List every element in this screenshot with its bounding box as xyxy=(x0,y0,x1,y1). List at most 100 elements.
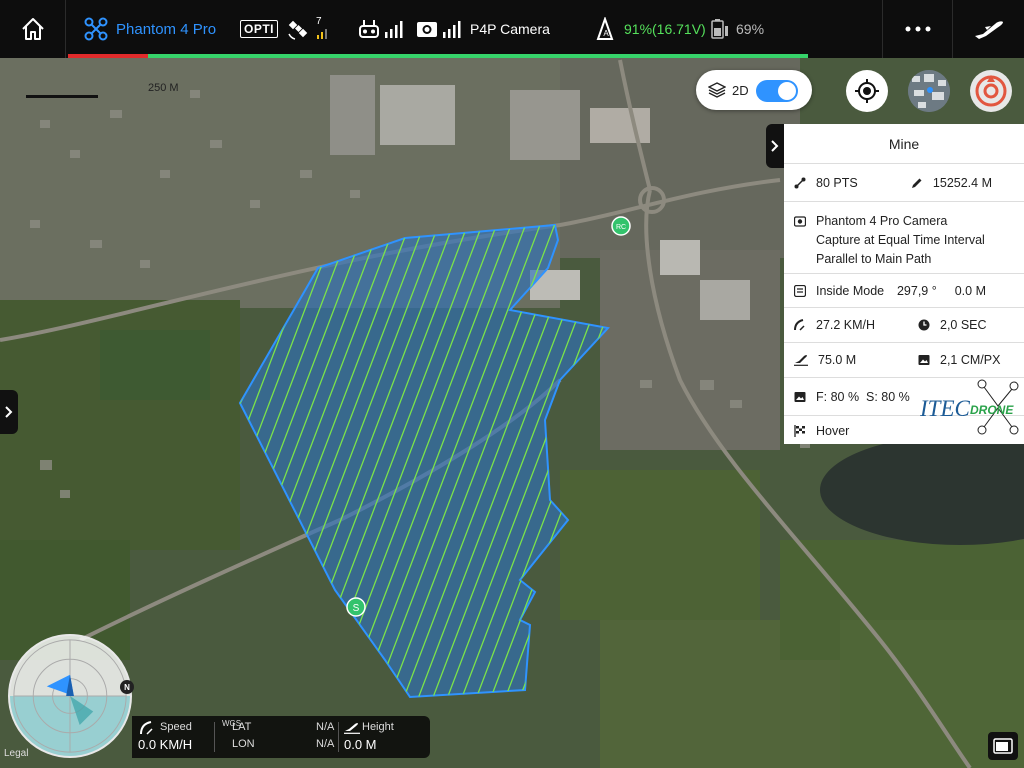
panel-collapse-button[interactable] xyxy=(766,124,784,168)
gps-status[interactable]: 7 xyxy=(286,0,330,58)
picture-in-picture-icon xyxy=(993,738,1013,754)
device-battery-value: 69% xyxy=(736,21,765,37)
remote-controller-signal[interactable] xyxy=(358,0,406,58)
svg-text:DRONE: DRONE xyxy=(970,403,1014,417)
chevron-right-icon xyxy=(5,406,13,418)
capture-interval: 2,0 SEC xyxy=(940,318,987,332)
wgs-label: WGS xyxy=(222,719,242,728)
aircraft-battery-status[interactable]: A 91%(16.71V) xyxy=(594,0,706,58)
layers-icon xyxy=(708,82,726,98)
waypoints-row[interactable]: 80 PTS 15252.4 M xyxy=(784,164,1024,202)
vision-positioning-status[interactable]: OPTI xyxy=(240,0,279,58)
telemetry-divider xyxy=(338,722,339,752)
speed-label: Speed xyxy=(160,721,192,733)
start-marker[interactable]: S xyxy=(346,597,366,617)
device-battery-icon xyxy=(711,19,728,39)
svg-text:ITEC: ITEC xyxy=(920,396,971,421)
map-2d-toggle[interactable]: 2D xyxy=(696,70,812,110)
rc-marker[interactable]: RC xyxy=(611,216,631,236)
mission-settings-panel: Mine 80 PTS 15252.4 M Phantom 4 Pro Came… xyxy=(784,124,1024,444)
altitude-icon xyxy=(344,723,360,734)
satellite-icon xyxy=(288,20,308,40)
map-scale-label: 250 M xyxy=(148,82,179,94)
status-progress-line xyxy=(68,54,808,58)
gps-signal-icon xyxy=(316,29,327,39)
flight-mode-button[interactable] xyxy=(952,0,1024,58)
remote-controller-icon xyxy=(359,20,379,38)
camera-model: Phantom 4 Pro Camera xyxy=(816,214,948,228)
camera-status[interactable]: P4P Camera xyxy=(416,0,550,58)
device-battery-status: 69% xyxy=(710,0,764,58)
altitude-icon xyxy=(794,355,808,366)
svg-text:S: S xyxy=(353,603,360,614)
longitude-label: LON xyxy=(232,738,255,750)
overlap-icon xyxy=(794,391,806,402)
speed-row[interactable]: 27.2 KM/H 2,0 SEC xyxy=(784,308,1024,343)
clock-icon xyxy=(918,319,930,331)
path-distance: 15252.4 M xyxy=(932,175,992,190)
switch-view-button[interactable] xyxy=(988,732,1018,760)
svg-text:RC: RC xyxy=(616,224,626,231)
waypoint-count: 80 PTS xyxy=(816,175,858,190)
map-legal-link[interactable]: Legal xyxy=(4,748,28,759)
toggle-2d-label: 2D xyxy=(732,82,749,98)
speed-value: 0.0 KM/H xyxy=(138,737,193,752)
satellite-count: 7 xyxy=(316,15,322,27)
height-value: 0.0 M xyxy=(344,737,377,752)
checkered-flag-icon xyxy=(794,425,805,437)
airplane-icon xyxy=(974,21,1003,39)
opti-label: OPTI xyxy=(240,20,279,38)
status-warning-line xyxy=(68,54,148,58)
toggle-switch[interactable] xyxy=(756,80,798,102)
altitude-row[interactable]: 75.0 M 2,1 CM/PX xyxy=(784,343,1024,378)
map-thumbnail-icon xyxy=(908,70,950,112)
aircraft-selector[interactable]: Phantom 4 Pro xyxy=(84,0,216,58)
battery-flight-icon: A xyxy=(596,17,614,40)
toggle-knob xyxy=(778,82,796,100)
path-direction: Parallel to Main Path xyxy=(816,252,932,266)
north-indicator: N xyxy=(120,680,134,694)
attitude-radar[interactable] xyxy=(8,634,132,758)
battery-value: 91%(16.71V) xyxy=(624,21,706,37)
camera-icon xyxy=(417,22,437,37)
height-label: Height xyxy=(362,721,394,733)
waypoints-icon xyxy=(794,177,806,188)
telemetry-divider xyxy=(214,722,215,752)
telemetry-bar: Speed 0.0 KM/H WGS LAT LON N/A N/A Heigh… xyxy=(132,716,430,758)
longitude-value: N/A xyxy=(316,738,335,750)
mission-title[interactable]: Mine xyxy=(784,124,1024,164)
capture-mode: Capture at Equal Time Interval xyxy=(816,233,985,247)
compass-icon xyxy=(975,75,1007,107)
left-panel-expand-button[interactable] xyxy=(0,390,18,434)
svg-text:A: A xyxy=(603,29,609,38)
camera-description: Phantom 4 Pro Camera Capture at Equal Ti… xyxy=(816,212,985,269)
speed-icon xyxy=(140,721,153,735)
rc-signal-bars-icon xyxy=(385,21,403,38)
itec-drone-logo: ITEC DRONE xyxy=(920,379,1019,435)
flight-speed: 27.2 KM/H xyxy=(816,318,876,332)
aircraft-name: Phantom 4 Pro xyxy=(116,20,217,38)
camera-icon xyxy=(794,216,806,227)
finish-action: Hover xyxy=(816,424,850,438)
speed-icon xyxy=(794,319,805,331)
map-orientation-button[interactable] xyxy=(970,70,1012,112)
more-menu-button[interactable] xyxy=(882,0,952,58)
mode-row[interactable]: Inside Mode 297,9 ° 0.0 M xyxy=(784,274,1024,308)
shooting-mode: Inside Mode xyxy=(816,283,885,298)
home-button[interactable] xyxy=(0,0,66,58)
pencil-icon xyxy=(911,178,922,188)
dji-gs-pro-app: S RC Phantom 4 Pro OPTI 7 P4P Camera A 9… xyxy=(0,0,1024,768)
mode-icon xyxy=(794,284,806,297)
crosshair-icon xyxy=(855,79,879,103)
camera-settings-row[interactable]: Phantom 4 Pro Camera Capture at Equal Ti… xyxy=(784,202,1024,274)
map-type-button[interactable] xyxy=(908,70,950,112)
overlap-ratio: F: 80 % S: 80 % xyxy=(816,389,910,404)
margin-offset: 0.0 M xyxy=(954,283,986,298)
drone-icon xyxy=(84,17,108,41)
locate-aircraft-button[interactable] xyxy=(846,70,888,112)
more-icon xyxy=(905,26,930,32)
chevron-right-icon xyxy=(771,140,779,152)
overlap-row[interactable]: F: 80 % S: 80 % ITEC DRONE xyxy=(784,378,1024,435)
top-status-bar: Phantom 4 Pro OPTI 7 P4P Camera A 91%(16… xyxy=(0,0,1024,58)
image-resolution-icon xyxy=(918,355,930,365)
